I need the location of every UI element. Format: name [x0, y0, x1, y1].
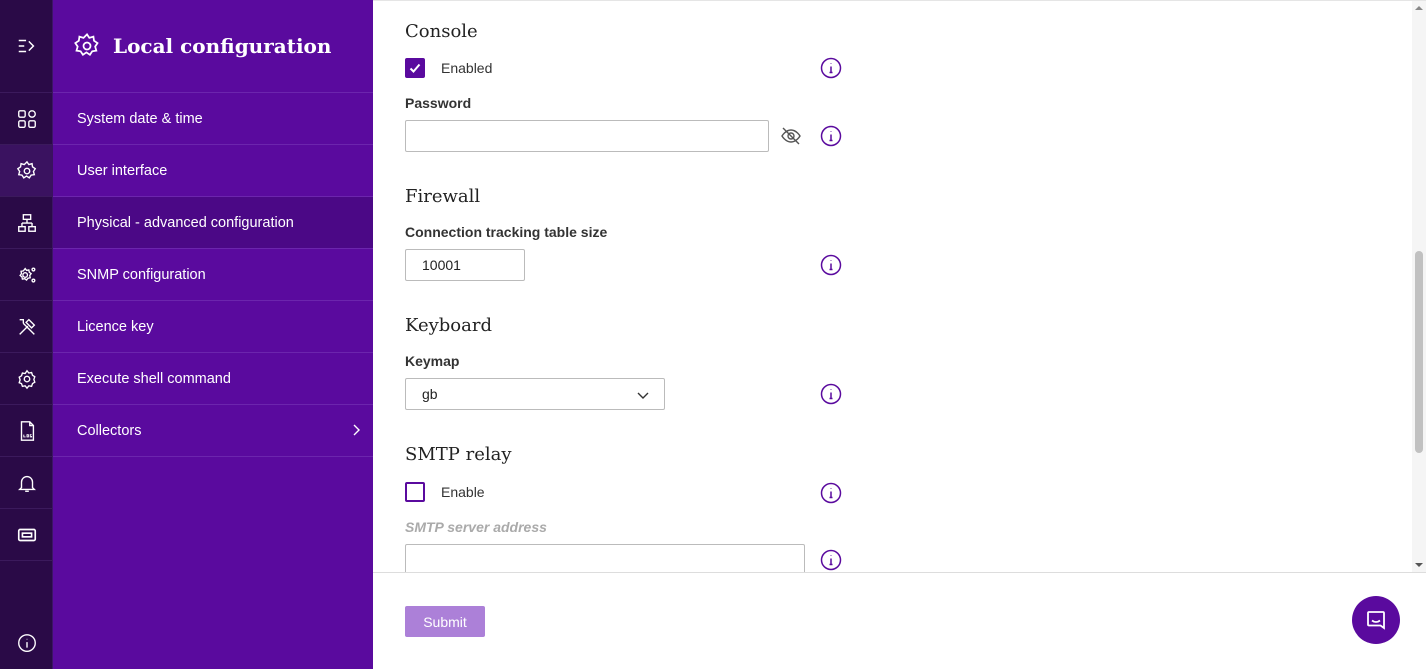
network-icon[interactable]	[0, 197, 53, 249]
tools-icon[interactable]	[0, 301, 53, 353]
bell-icon[interactable]	[0, 457, 53, 509]
menu-item-licence-key[interactable]: Licence key	[53, 301, 373, 353]
smtp-section-title: SMTP relay	[405, 444, 512, 465]
form-footer: Submit	[373, 572, 1426, 669]
info-icon[interactable]	[820, 57, 842, 79]
menu-toggle-icon[interactable]	[0, 0, 53, 93]
table-size-label: Connection tracking table size	[405, 224, 608, 240]
menu-title: Local configuration	[113, 34, 332, 58]
smtp-server-input[interactable]	[405, 544, 805, 572]
ticket-icon[interactable]	[0, 509, 53, 561]
eye-off-icon[interactable]	[780, 125, 802, 147]
chat-launcher-button[interactable]	[1352, 596, 1400, 644]
keymap-select[interactable]: gb	[405, 378, 665, 410]
check-icon	[409, 63, 421, 73]
console-section-title: Console	[405, 21, 478, 42]
console-enabled-checkbox[interactable]	[405, 58, 425, 78]
info-icon[interactable]	[820, 125, 842, 147]
menu-item-snmp-configuration[interactable]: SNMP configuration	[53, 249, 373, 301]
password-input[interactable]	[405, 120, 769, 152]
scroll-down-icon[interactable]	[1415, 561, 1423, 569]
keymap-value: gb	[422, 386, 438, 402]
menu-item-label: User interface	[77, 162, 168, 179]
config-form: Console Enabled Password Firewall Connec…	[373, 0, 1426, 572]
menu-item-label: Collectors	[77, 422, 142, 439]
password-label: Password	[405, 95, 472, 111]
menu-item-label: Licence key	[77, 318, 154, 335]
info-icon[interactable]	[820, 549, 842, 571]
menu-item-user-interface[interactable]: User interface	[53, 145, 373, 197]
smtp-server-label: SMTP server address	[405, 519, 547, 535]
content-scrollbar[interactable]	[1412, 1, 1426, 572]
info-icon[interactable]	[820, 482, 842, 504]
menu-item-collectors[interactable]: Collectors	[53, 405, 373, 457]
keymap-label: Keymap	[405, 353, 460, 369]
smtp-enable-checkbox[interactable]	[405, 482, 425, 502]
console-enabled-label: Enabled	[441, 60, 493, 76]
menu-item-execute-shell[interactable]: Execute shell command	[53, 353, 373, 405]
menu-item-label: SNMP configuration	[77, 266, 206, 283]
info-icon[interactable]	[820, 254, 842, 276]
menu-item-physical-advanced[interactable]: Physical - advanced configuration	[53, 197, 373, 249]
scroll-up-icon[interactable]	[1415, 4, 1423, 12]
menu-item-label: Physical - advanced configuration	[77, 214, 294, 231]
menu-item-label: System date & time	[77, 110, 203, 127]
table-size-input[interactable]: 10001	[405, 249, 525, 281]
keyboard-section-title: Keyboard	[405, 315, 493, 336]
dashboard-icon[interactable]	[0, 93, 53, 145]
config-gear-icon[interactable]	[0, 145, 53, 197]
firewall-section-title: Firewall	[405, 186, 481, 207]
icon-rail	[0, 0, 53, 669]
menu-item-system-date-time[interactable]: System date & time	[53, 93, 373, 145]
chat-icon	[1367, 611, 1385, 630]
log-file-icon[interactable]	[0, 405, 53, 457]
chevron-down-icon	[637, 392, 649, 399]
submit-button[interactable]: Submit	[405, 606, 485, 637]
menu-item-label: Execute shell command	[77, 370, 231, 387]
settings-icon[interactable]	[0, 353, 53, 405]
scroll-thumb[interactable]	[1415, 251, 1423, 453]
config-gear-icon	[74, 32, 99, 56]
snmp-gear-icon[interactable]	[0, 249, 53, 301]
smtp-enable-label: Enable	[441, 484, 485, 500]
menu-header: Local configuration	[53, 0, 373, 93]
info-icon[interactable]	[0, 617, 53, 669]
info-icon[interactable]	[820, 383, 842, 405]
local-configuration-menu: Local configuration System date & time U…	[53, 0, 373, 669]
chevron-right-icon	[353, 424, 360, 436]
